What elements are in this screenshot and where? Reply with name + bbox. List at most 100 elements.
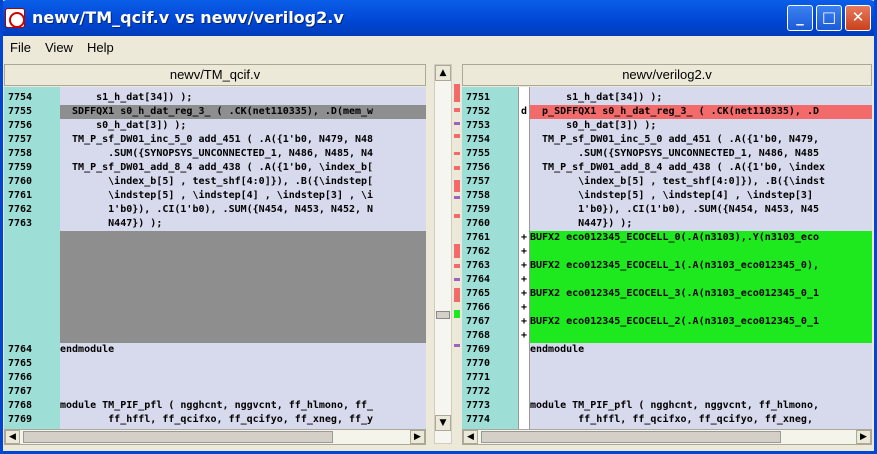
- line-number: 7757: [466, 176, 491, 187]
- scroll-left-button[interactable]: ◀: [463, 430, 478, 444]
- code-line: ff_hffl, ff_qcifxo, ff_qcifyo, ff_xneg, …: [60, 414, 374, 425]
- menu-help[interactable]: Help: [87, 40, 114, 55]
- overview-marker[interactable]: [454, 310, 460, 318]
- app-icon: [5, 8, 25, 28]
- diff-marker: +: [521, 330, 528, 341]
- line-number: 7763: [8, 218, 33, 229]
- vertical-scrollbar[interactable]: ▲ ▼: [434, 64, 452, 444]
- code-line: SDFFQX1 s0_h_dat_reg_3_ ( .CK(net110335)…: [60, 106, 374, 117]
- code-line: N447}) );: [60, 218, 163, 229]
- overview-marker[interactable]: [454, 214, 460, 218]
- overview-marker[interactable]: [454, 122, 460, 125]
- missing-lines-block: [60, 231, 426, 343]
- overview-marker[interactable]: [454, 278, 460, 281]
- line-number: 7759: [466, 204, 491, 215]
- line-number: 7773: [466, 400, 491, 411]
- line-number: 7761: [8, 190, 33, 201]
- overview-marker[interactable]: [454, 84, 460, 102]
- scroll-up-button[interactable]: ▲: [435, 65, 451, 81]
- chevron-left-icon: ◀: [467, 432, 474, 442]
- scroll-down-button[interactable]: ▼: [435, 415, 451, 431]
- minimize-button[interactable]: _: [787, 5, 813, 31]
- overview-marker[interactable]: [454, 108, 460, 112]
- line-number: 7761: [466, 232, 491, 243]
- overview-marker[interactable]: [454, 166, 460, 170]
- line-number: 7755: [466, 148, 491, 159]
- line-number: 7763: [466, 260, 491, 271]
- line-number: 7754: [466, 134, 491, 145]
- line-number: 7768: [466, 330, 491, 341]
- scroll-right-button[interactable]: ▶: [410, 430, 425, 444]
- scrollbar-thumb[interactable]: [23, 431, 333, 443]
- line-number: 7757: [8, 134, 33, 145]
- code-line: BUFX2 eco012345_ECOCELL_0(.A(n3103),.Y(n…: [530, 232, 819, 243]
- scrollbar-thumb[interactable]: [481, 431, 781, 443]
- code-line: 1'b0}), .CI(1'b0), .SUM({N454, N453, N45: [530, 204, 819, 215]
- overview-marker[interactable]: [454, 180, 460, 192]
- code-line: TM_P_sf_DW01_inc_5_0 add_451 ( .A({1'b0,…: [60, 134, 374, 145]
- code-line: \index_b[5] , test_shf[4:0]}), .B({\inds…: [60, 176, 374, 187]
- line-number: 7756: [466, 162, 491, 173]
- diff-marker: +: [521, 260, 528, 271]
- right-horizontal-scrollbar[interactable]: ◀ ▶: [462, 429, 872, 445]
- code-line: p_SDFFQX1 s0_h_dat_reg_3_ ( .CK(net11033…: [530, 106, 819, 117]
- overview-marker[interactable]: [454, 344, 460, 347]
- chevron-up-icon: ▲: [439, 68, 447, 78]
- menu-file[interactable]: File: [10, 40, 31, 55]
- chevron-left-icon: ◀: [9, 432, 16, 442]
- left-line-number-gutter: 7754 7755 7756 7757 7758 7759 7760 7761 7762 7763…: [4, 87, 60, 429]
- code-line: endmodule: [530, 344, 585, 355]
- menu-bar: File View Help: [0, 36, 877, 60]
- line-number: 7760: [466, 218, 491, 229]
- window-title: newv/TM_qcif.v vs newv/verilog2.v: [32, 8, 344, 27]
- right-line-number-gutter: 7751 7752 7753 7754 7755 7756 7757 7758 7759 7760…: [462, 87, 518, 429]
- code-line: ff_hffl, ff_qcifxo, ff_qcifyo, ff_xneg,: [530, 414, 813, 425]
- overview-marker[interactable]: [454, 134, 460, 138]
- diff-overview: ▲ ▼: [428, 64, 460, 444]
- maximize-button[interactable]: □: [816, 5, 842, 31]
- code-line: \indstep[5] , \indstep[4] , \indstep[3]: [530, 190, 813, 201]
- scroll-right-button[interactable]: ▶: [856, 430, 871, 444]
- overview-marker[interactable]: [454, 244, 460, 258]
- line-number: 7759: [8, 162, 33, 173]
- line-number: 7764: [8, 344, 33, 355]
- close-button[interactable]: ✕: [845, 5, 871, 31]
- overview-marker[interactable]: [454, 288, 460, 302]
- diff-marker: d: [521, 106, 528, 117]
- overview-marker[interactable]: [454, 264, 460, 268]
- right-code-view[interactable]: s1_h_dat[34]) ); p_SDFFQX1 s0_h_dat_reg_…: [530, 87, 872, 429]
- scroll-left-button[interactable]: ◀: [5, 430, 20, 444]
- line-number: 7758: [466, 190, 491, 201]
- menu-view[interactable]: View: [45, 40, 73, 55]
- left-code-view[interactable]: s1_h_dat[34]) ); SDFFQX1 s0_h_dat_reg_3_…: [60, 87, 426, 429]
- line-number: 7756: [8, 120, 33, 131]
- line-number: 7765: [8, 358, 33, 369]
- chevron-down-icon: ▼: [439, 418, 447, 428]
- overview-marker[interactable]: [454, 196, 460, 199]
- line-number: 7772: [466, 386, 491, 397]
- code-line: TM_P_sf_DW01_inc_5_0 add_451 ( .A({1'b0,…: [530, 134, 819, 145]
- left-pane-header: newv/TM_qcif.v: [4, 64, 426, 86]
- diff-marker: +: [521, 274, 528, 285]
- scrollbar-thumb[interactable]: [436, 311, 450, 319]
- code-line: BUFX2 eco012345_ECOCELL_3(.A(n3103_eco01…: [530, 288, 819, 299]
- line-number: 7771: [466, 372, 491, 383]
- code-line: TM_P_sf_DW01_add_8_4 add_438 ( .A({1'b0,…: [530, 162, 826, 173]
- close-icon: ✕: [851, 8, 865, 26]
- line-number: 7769: [466, 344, 491, 355]
- line-number: 7766: [8, 372, 33, 383]
- line-number: 7762: [466, 246, 491, 257]
- chevron-right-icon: ▶: [860, 432, 867, 442]
- diff-marker-column: d + + + + + + + +: [518, 87, 530, 429]
- overview-marker[interactable]: [454, 152, 460, 155]
- line-number: 7752: [466, 106, 491, 117]
- line-number: 7760: [8, 176, 33, 187]
- diff-marker: +: [521, 288, 528, 299]
- code-line: TM_P_sf_DW01_add_8_4 add_438 ( .A({1'b0,…: [60, 162, 374, 173]
- line-number: 7770: [466, 358, 491, 369]
- minimize-icon: _: [796, 8, 804, 26]
- left-horizontal-scrollbar[interactable]: ◀ ▶: [4, 429, 426, 445]
- title-bar[interactable]: newv/TM_qcif.v vs newv/verilog2.v _ □ ✕: [0, 0, 877, 36]
- right-pane-header: newv/verilog2.v: [462, 64, 872, 86]
- line-number: 7767: [466, 316, 491, 327]
